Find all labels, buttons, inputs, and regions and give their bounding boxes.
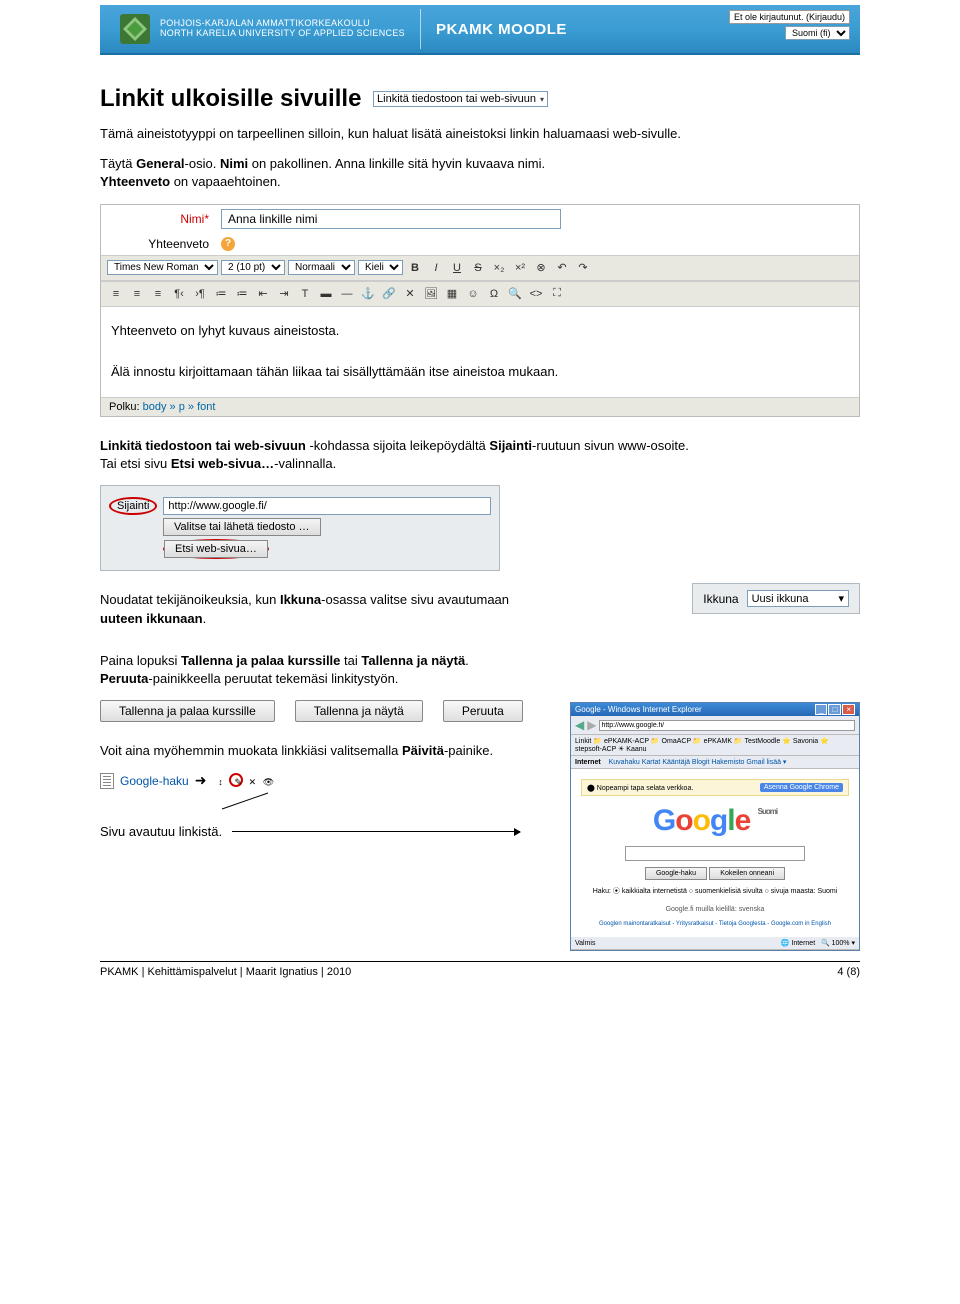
html-icon[interactable]: <>	[527, 285, 545, 303]
hide-icon[interactable]: 👁	[261, 775, 275, 789]
google-logo: Google Suomi	[581, 804, 849, 838]
cancel-button[interactable]: Peruuta	[443, 700, 523, 722]
location-label: Sijainti	[117, 500, 149, 512]
help-icon[interactable]: ?	[221, 237, 235, 251]
search-scope: Haku: ⦿ kaikkialta internetistä ○ suomen…	[581, 886, 849, 896]
move-icon[interactable]: ↕	[213, 775, 227, 789]
name-label: Nimi*	[109, 212, 209, 226]
browser-tabs: Internet Kuvahaku Kartat Kääntäjä Blogit…	[571, 756, 859, 769]
intro-paragraph: Tämä aineistotyyppi on tarpeellinen sill…	[100, 125, 860, 143]
editor-body[interactable]: Yhteenveto on lyhyt kuvaus aineistosta. …	[101, 307, 859, 397]
smiley-icon[interactable]: ☺	[464, 285, 482, 303]
editor-path: Polku: body » p » font	[101, 397, 859, 416]
browser-title-bar: Google - Windows Internet Explorer _□×	[571, 703, 859, 716]
image-icon[interactable]: 🖼	[422, 285, 440, 303]
superscript-icon[interactable]: ×²	[511, 259, 529, 277]
install-chrome-button[interactable]: Asenna Google Chrome	[760, 783, 843, 792]
align-center-icon[interactable]: ≡	[128, 285, 146, 303]
link-icon[interactable]: 🔗	[380, 285, 398, 303]
editor-screenshot: Nimi* Yhteenveto ? Times New Roman 2 (10…	[100, 204, 860, 417]
lucky-button[interactable]: Kokeilen onneani	[709, 867, 785, 880]
search-web-button[interactable]: Etsi web-sivua…	[164, 540, 268, 558]
name-input[interactable]	[221, 209, 561, 229]
redo-icon[interactable]: ↷	[574, 259, 592, 277]
chevron-down-icon: ▾	[540, 95, 544, 104]
char-icon[interactable]: Ω	[485, 285, 503, 303]
update-icon[interactable]: ✎	[229, 773, 243, 787]
google-search-button[interactable]: Google-haku	[645, 867, 707, 880]
browser-window: Google - Windows Internet Explorer _□× ◀…	[570, 702, 860, 951]
chevron-down-icon: ▾	[838, 592, 844, 605]
resource-link-row: Google-haku ➜ ↕✎✕👁	[100, 772, 570, 789]
login-link[interactable]: Et ole kirjautunut. (Kirjaudu)	[729, 10, 850, 24]
back-icon[interactable]: ◀	[575, 718, 584, 732]
general-paragraph: Täytä General-osio. Nimi on pakollinen. …	[100, 155, 860, 191]
search-icon[interactable]: 🔍	[506, 285, 524, 303]
rtl-icon[interactable]: ›¶	[191, 285, 209, 303]
save-return-button[interactable]: Tallenna ja palaa kurssille	[100, 700, 275, 722]
window-controls: _□×	[814, 705, 855, 714]
pkamk-logo-icon	[120, 14, 150, 44]
font-select[interactable]: Times New Roman	[107, 260, 218, 275]
window-select[interactable]: Uusi ikkuna▾	[747, 590, 849, 607]
page-footer: PKAMK | Kehittämispalvelut | Maarit Igna…	[100, 961, 860, 978]
document-icon	[100, 773, 114, 789]
site-title: PKAMK MOODLE	[436, 21, 567, 38]
unlink-icon[interactable]: ✕	[401, 285, 419, 303]
browser-links-bar: Linkit 📁 ePKAMK-ACP 📁 OmaACP 📁 ePKAMK 📁 …	[571, 735, 859, 756]
italic-icon[interactable]: I	[427, 259, 445, 277]
window-label: Ikkuna	[703, 592, 738, 606]
align-left-icon[interactable]: ≡	[107, 285, 125, 303]
textcolor-icon[interactable]: T	[296, 285, 314, 303]
location-input[interactable]	[163, 497, 491, 515]
ol-icon[interactable]: ≔	[212, 285, 230, 303]
browser-navbar: ◀ ▶	[571, 716, 859, 735]
underline-icon[interactable]: U	[448, 259, 466, 277]
ul-icon[interactable]: ≔	[233, 285, 251, 303]
opens-link-row: Sivu avautuu linkistä.	[100, 824, 520, 839]
table-icon[interactable]: ▦	[443, 285, 461, 303]
fullscreen-icon[interactable]: ⛶	[548, 285, 566, 303]
university-name: POHJOIS-KARJALAN AMMATTIKORKEAKOULU NORT…	[160, 19, 405, 39]
undo-icon[interactable]: ↶	[553, 259, 571, 277]
language-select[interactable]: Suomi (fi)	[785, 26, 850, 40]
resource-type-select[interactable]: Linkitä tiedostoon tai web-sivuun▾	[373, 91, 548, 107]
header-banner: POHJOIS-KARJALAN AMMATTIKORKEAKOULU NORT…	[100, 5, 860, 55]
window-paragraph: Noudatat tekijänoikeuksia, kun Ikkuna-os…	[100, 591, 530, 627]
bold-icon[interactable]: B	[406, 259, 424, 277]
save-show-button[interactable]: Tallenna ja näytä	[295, 700, 423, 722]
align-right-icon[interactable]: ≡	[149, 285, 167, 303]
save-paragraph: Paina lopuksi Tallenna ja palaa kurssill…	[100, 652, 860, 688]
ltr-icon[interactable]: ¶‹	[170, 285, 188, 303]
hr-icon[interactable]: —	[338, 285, 356, 303]
editor-toolbar-1: Times New Roman 2 (10 pt) Normaali Kieli…	[101, 255, 859, 281]
summary-label: Yhteenveto	[109, 237, 209, 251]
size-select[interactable]: 2 (10 pt)	[221, 260, 285, 275]
login-area: Et ole kirjautunut. (Kirjaudu) Suomi (fi…	[729, 10, 850, 40]
clean-icon[interactable]: ⊗	[532, 259, 550, 277]
edit-icons: ↕✎✕👁	[212, 773, 276, 789]
google-search-input[interactable]	[625, 846, 805, 861]
forward-icon[interactable]: ▶	[587, 718, 596, 732]
sijainti-paragraph: Linkitä tiedostoon tai web-sivuun -kohda…	[100, 437, 860, 473]
choose-file-button[interactable]: Valitse tai lähetä tiedosto …	[163, 518, 321, 536]
lang-select[interactable]: Kieli	[358, 260, 403, 275]
delete-icon[interactable]: ✕	[245, 775, 259, 789]
strike-icon[interactable]: S	[469, 259, 487, 277]
style-select[interactable]: Normaali	[288, 260, 355, 275]
bgcolor-icon[interactable]: ▬	[317, 285, 335, 303]
chrome-banner: ⬤ Nopeampi tapa selata verkkoa. Asenna G…	[581, 779, 849, 796]
outdent-icon[interactable]: ⇤	[254, 285, 272, 303]
address-bar[interactable]	[599, 720, 855, 731]
location-box: Sijainti Valitse tai lähetä tiedosto … E…	[100, 485, 500, 571]
google-haku-link[interactable]: Google-haku	[120, 774, 189, 788]
browser-status-bar: Valmis🌐 Internet 🔍 100% ▾	[571, 937, 859, 950]
arrow-right-icon: ➜	[195, 772, 207, 789]
subscript-icon[interactable]: ×₂	[490, 259, 508, 277]
window-box: Ikkuna Uusi ikkuna▾	[692, 583, 860, 614]
editor-toolbar-2: ≡ ≡ ≡ ¶‹ ›¶ ≔ ≔ ⇤ ⇥ T ▬ — ⚓ 🔗 ✕ 🖼 ▦ ☺ Ω …	[101, 281, 859, 307]
indent-icon[interactable]: ⇥	[275, 285, 293, 303]
page-title: Linkit ulkoisille sivuille	[100, 85, 361, 113]
anchor-icon[interactable]: ⚓	[359, 285, 377, 303]
